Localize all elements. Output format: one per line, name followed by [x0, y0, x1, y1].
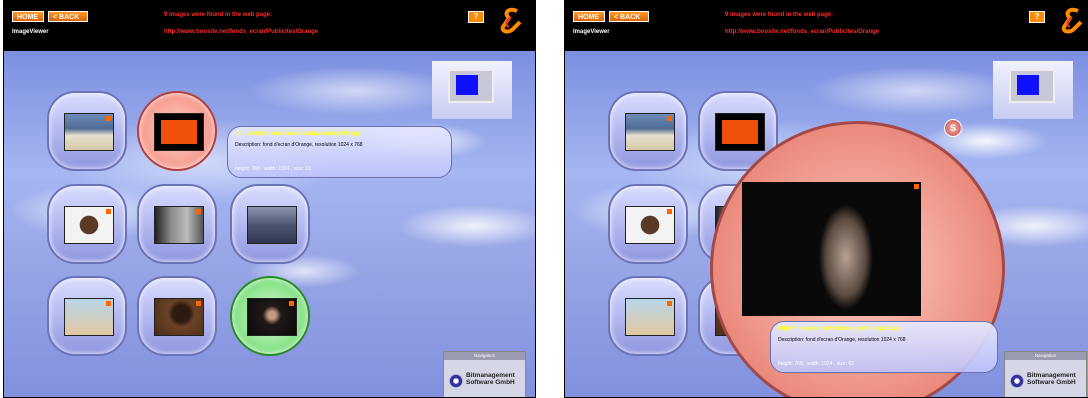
- images-found-message: 9 images were found in the web page:: [725, 12, 834, 18]
- help-button[interactable]: ?: [1029, 11, 1045, 23]
- image-description: Description: fond d'ecran d'Orange, reso…: [235, 142, 363, 148]
- image-info-box: http://r-ptxp-smartweb/orange/orange08.j…: [227, 126, 452, 178]
- image-tile[interactable]: [47, 276, 127, 356]
- navigation-title: Navigation: [444, 352, 525, 360]
- bitmanagement-logo-icon: [449, 374, 463, 388]
- back-button[interactable]: < BACK: [48, 11, 88, 22]
- image-tile[interactable]: [47, 91, 127, 171]
- app-title: ImageViewer: [12, 29, 49, 35]
- monitor-icon[interactable]: [993, 61, 1073, 119]
- brand-label: Bitmanagement Software GmbH: [466, 372, 515, 386]
- app-title: ImageViewer: [573, 29, 610, 35]
- brand-label: Bitmanagement Software GmbH: [1027, 372, 1076, 386]
- back-button[interactable]: < BACK: [609, 11, 649, 22]
- top-bar: HOME < BACK ImageViewer 9 images were fo…: [565, 1, 1088, 51]
- image-dimensions: height: 768 , width: 1024 , size: 62: [778, 361, 854, 367]
- home-button[interactable]: HOME: [12, 11, 44, 22]
- monitor-icon[interactable]: [432, 61, 512, 119]
- viewer-panel-right: HOME < BACK ImageViewer 9 images were fo…: [564, 0, 1088, 398]
- image-description: Description: fond d'ecran d'Orange, reso…: [778, 337, 906, 343]
- image-tile[interactable]: [230, 184, 310, 264]
- page-url: http://www.boosite.net/fonds_ecran/Publi…: [725, 29, 880, 35]
- image-preview[interactable]: [742, 182, 921, 316]
- viewer-panel-left: HOME < BACK ImageViewer 9 images were fo…: [3, 0, 536, 398]
- image-url[interactable]: http://r-ptxp-smartweb/orange/orange08.j…: [235, 131, 359, 137]
- image-url[interactable]: http://r-ptxp-smartweb/orange/orange03.j…: [778, 326, 902, 332]
- bitmanagement-logo-icon: [1010, 374, 1024, 388]
- ampersand-logo-icon: [500, 7, 522, 34]
- image-info-box: http://r-ptxp-smartweb/orange/orange03.j…: [770, 321, 998, 373]
- image-tile[interactable]: [608, 184, 688, 264]
- top-bar: HOME < BACK ImageViewer 9 images were fo…: [4, 1, 535, 51]
- image-tile[interactable]: [137, 276, 217, 356]
- navigation-title: Navigation: [1005, 352, 1086, 360]
- images-found-message: 9 images were found in the web page:: [164, 12, 273, 18]
- ampersand-logo-icon: [1061, 7, 1083, 34]
- navigation-widget[interactable]: Navigation Bitmanagement Software GmbH: [1004, 351, 1087, 397]
- home-button[interactable]: HOME: [573, 11, 605, 22]
- help-button[interactable]: ?: [468, 11, 484, 23]
- image-tile[interactable]: [47, 184, 127, 264]
- image-tile-selected[interactable]: [137, 91, 217, 171]
- close-preview-button[interactable]: S: [944, 119, 962, 137]
- image-tile-hovered[interactable]: [230, 276, 310, 356]
- image-tile[interactable]: [608, 91, 688, 171]
- image-tile[interactable]: [608, 276, 688, 356]
- image-dimensions: height: 768 , width: 1024 , size: 13: [235, 166, 311, 172]
- navigation-widget[interactable]: Navigation Bitmanagement Software GmbH: [443, 351, 526, 397]
- page-url: http://www.boosite.net/fonds_ecran/Publi…: [164, 29, 319, 35]
- image-tile[interactable]: [137, 184, 217, 264]
